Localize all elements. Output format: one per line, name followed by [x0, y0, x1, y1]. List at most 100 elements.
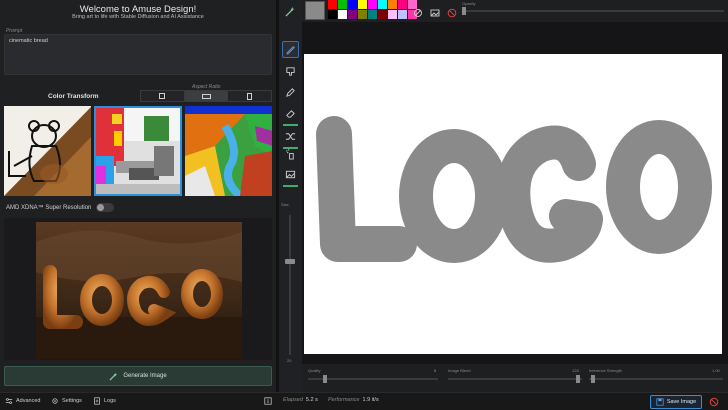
inference-strength-slider-thumb[interactable]	[591, 375, 595, 383]
super-resolution-row: AMD XDNA™ Super Resolution	[6, 203, 115, 212]
image-blend-slider-thumb[interactable]	[576, 375, 580, 383]
elapsed-readout: Elapsed 5.2 s	[283, 397, 318, 403]
left-panel: Welcome to Amuse Design! Bring art to li…	[0, 0, 276, 392]
cancel-icon	[709, 397, 719, 407]
generated-image	[36, 222, 242, 359]
cancel-button[interactable]	[706, 395, 722, 409]
color-toolbar: Opacity	[302, 0, 728, 22]
aspect-landscape-button[interactable]	[184, 91, 229, 101]
shuffle-icon	[285, 133, 296, 140]
brush-size-slider[interactable]	[289, 215, 291, 355]
color-swatch[interactable]	[368, 0, 377, 9]
opacity-slider[interactable]	[462, 10, 724, 12]
advanced-label: Advanced	[16, 398, 41, 404]
color-swatch[interactable]	[398, 10, 407, 19]
color-swatch[interactable]	[378, 10, 387, 19]
logo-sketch	[316, 116, 712, 263]
opacity-label: Opacity	[462, 1, 476, 6]
spray-tool-button[interactable]	[282, 146, 299, 163]
square-ratio-icon	[159, 93, 166, 99]
color-swatch[interactable]	[398, 0, 407, 9]
inference-strength-value: 1.00	[712, 368, 720, 373]
brush-icon	[286, 46, 295, 55]
color-swatch[interactable]	[358, 10, 367, 19]
inference-strength-label: Inference Strength	[589, 368, 622, 373]
quality-label: Quality	[308, 368, 321, 373]
magic-wand-tool-button[interactable]	[282, 3, 299, 20]
save-image-label: Save Image	[666, 399, 697, 405]
color-transform-thumbnails	[4, 106, 272, 196]
opacity-slider-thumb[interactable]	[462, 7, 466, 15]
color-swatch[interactable]	[358, 0, 367, 9]
advanced-button[interactable]: Advanced	[5, 397, 40, 405]
info-button[interactable]	[264, 397, 272, 405]
gear-icon	[52, 398, 58, 404]
eraser-tool-button[interactable]	[282, 105, 299, 122]
portrait-ratio-icon	[247, 92, 253, 100]
pen-icon	[286, 88, 295, 97]
style-thumbnail-sketch[interactable]	[4, 106, 92, 196]
shuffle-tool-button[interactable]	[282, 128, 299, 145]
fill-image-tool-button[interactable]	[282, 166, 299, 183]
color-swatch[interactable]	[378, 0, 387, 9]
inference-strength-slider[interactable]	[589, 378, 723, 380]
app-window: Welcome to Amuse Design! Bring art to li…	[0, 0, 728, 410]
settings-button[interactable]: Settings	[51, 397, 82, 405]
generation-sliders: Quality 8 Image Blend 128 Inference Stre…	[302, 364, 728, 392]
status-bar: Advanced Settings Logs Elapsed 5.2 s Per…	[0, 392, 728, 410]
elapsed-value: 5.2 s	[305, 397, 318, 403]
aspect-portrait-button[interactable]	[228, 91, 272, 101]
quality-value: 8	[434, 368, 437, 373]
save-icon	[656, 398, 664, 406]
style-thumbnail-abstract[interactable]	[184, 106, 272, 196]
quality-slider[interactable]	[308, 378, 438, 380]
landscape-ratio-icon	[201, 93, 211, 99]
magic-wand-icon	[285, 6, 295, 17]
drawing-canvas[interactable]	[304, 54, 722, 354]
super-resolution-label: AMD XDNA™ Super Resolution	[6, 204, 92, 211]
color-swatch[interactable]	[328, 10, 337, 19]
color-swatch[interactable]	[368, 10, 377, 19]
brush-tool-button[interactable]	[282, 41, 299, 58]
quality-slider-thumb[interactable]	[323, 375, 327, 383]
color-swatch[interactable]	[388, 0, 397, 9]
logs-button[interactable]: Logs	[93, 397, 116, 405]
active-tool-indicator	[283, 185, 298, 187]
output-preview	[4, 218, 272, 360]
style-thumbnail-room[interactable]	[94, 106, 182, 196]
generate-image-label: Generate Image	[123, 373, 167, 379]
settings-label: Settings	[62, 398, 82, 404]
current-color-swatch[interactable]	[305, 1, 325, 20]
prompt-input[interactable]: cinematic bread	[4, 34, 272, 75]
performance-label: Performance	[328, 397, 360, 403]
color-swatch[interactable]	[348, 0, 357, 9]
generate-image-button[interactable]: Generate Image	[4, 366, 272, 386]
color-picker-icon[interactable]	[413, 5, 423, 17]
super-resolution-toggle[interactable]	[96, 203, 115, 212]
canvas-actions	[413, 5, 457, 18]
canvas-area	[302, 22, 728, 364]
brush-size-slider-thumb[interactable]	[285, 259, 295, 264]
brush-size-value: 20	[287, 358, 292, 363]
color-swatch[interactable]	[348, 10, 357, 19]
color-swatch[interactable]	[338, 10, 347, 19]
magic-wand-icon	[109, 372, 118, 381]
image-fill-icon	[285, 170, 296, 179]
page-subtitle: Bring art to life with Stable Diffusion …	[72, 14, 204, 20]
clear-canvas-icon[interactable]	[447, 5, 457, 18]
image-blend-slider[interactable]	[448, 378, 582, 380]
pen-tool-button[interactable]	[282, 84, 299, 101]
color-swatch[interactable]	[328, 0, 337, 9]
image-icon[interactable]	[430, 5, 440, 17]
image-blend-label: Image Blend	[448, 368, 471, 373]
document-icon	[94, 397, 100, 405]
stamp-tool-button[interactable]	[282, 63, 299, 80]
aspect-square-button[interactable]	[141, 91, 185, 101]
color-swatch[interactable]	[338, 0, 347, 9]
save-image-button[interactable]: Save Image	[650, 395, 702, 409]
eraser-icon	[286, 110, 295, 118]
image-blend-value: 128	[572, 368, 579, 373]
color-palette	[328, 0, 417, 19]
aspect-ratio-selector	[140, 90, 272, 102]
color-swatch[interactable]	[388, 10, 397, 19]
